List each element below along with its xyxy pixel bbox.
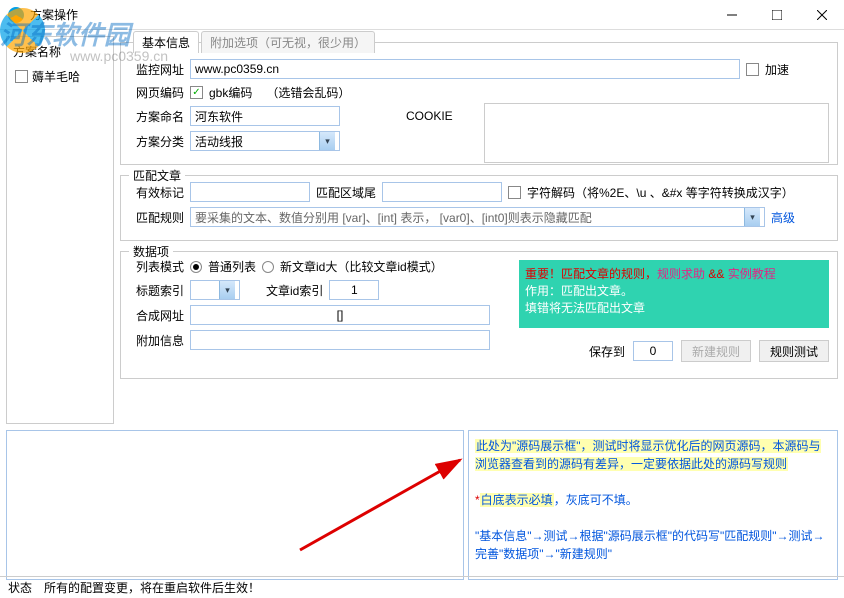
match-article-group: 匹配文章 有效标记 匹配区域尾 字符解码（将%2E、\u 、&#x 等字符转换成…: [120, 175, 838, 241]
category-select[interactable]: 活动线报 ▾: [190, 131, 340, 151]
gbk-label: gbk编码: [209, 84, 252, 101]
watermark-text: 河东软件园: [0, 15, 130, 52]
chevron-down-icon: ▾: [319, 132, 335, 150]
mark-label: 有效标记: [129, 184, 184, 201]
close-button[interactable]: [799, 0, 844, 30]
data-item-group: 数据项 列表模式 普通列表 新文章id大（比较文章id模式） 标题索引 ▾ 文章…: [120, 251, 838, 379]
extra-info-input[interactable]: [190, 330, 490, 350]
decode-label: 字符解码（将%2E、\u 、&#x 等字符转换成汉字）: [527, 184, 794, 201]
mode-new-radio[interactable]: [262, 261, 274, 273]
status-label: 状态: [8, 579, 32, 596]
decode-checkbox[interactable]: [508, 186, 521, 199]
extra-info-label: 附加信息: [129, 332, 184, 349]
watermark-url: www.pc0359.cn: [70, 48, 168, 64]
encode-hint: （选错会乱码）: [266, 84, 350, 101]
compose-input[interactable]: [190, 305, 490, 325]
compose-label: 合成网址: [129, 307, 184, 324]
source-display-box[interactable]: [6, 430, 464, 580]
status-bar: 状态 所有的配置变更，将在重启软件后生效！: [0, 576, 844, 598]
url-input[interactable]: [190, 59, 740, 79]
scheme-name-input[interactable]: [190, 106, 340, 126]
accel-checkbox[interactable]: [746, 63, 759, 76]
help-info-box: 此处为"源码展示框"，测试时将显示优化后的网页源码，本源码与浏览器查看到的源码有…: [468, 430, 838, 580]
gbk-checkbox[interactable]: ✓: [190, 86, 203, 99]
advanced-link[interactable]: 高级: [771, 209, 795, 226]
save-to-input[interactable]: [633, 341, 673, 361]
chevron-down-icon: ▾: [219, 281, 235, 299]
tail-input[interactable]: [382, 182, 502, 202]
chevron-down-icon: ▾: [744, 208, 760, 226]
mode-normal-label: 普通列表: [208, 258, 256, 275]
rule-label: 匹配规则: [129, 209, 184, 226]
minimize-button[interactable]: [709, 0, 754, 30]
data-legend: 数据项: [129, 243, 173, 260]
scheme-list-item[interactable]: 薅羊毛哈: [11, 66, 109, 87]
scheme-checkbox[interactable]: [15, 70, 28, 83]
status-text: 所有的配置变更，将在重启软件后生效！: [44, 579, 260, 596]
test-rule-button[interactable]: 规则测试: [759, 340, 829, 362]
mode-normal-radio[interactable]: [190, 261, 202, 273]
scheme-name-label: 方案命名: [129, 108, 184, 125]
cookie-label: COOKIE: [406, 109, 453, 123]
tab-extra[interactable]: 附加选项（可无视，很少用）: [201, 31, 375, 53]
tail-label: 匹配区域尾: [316, 184, 376, 201]
mark-input[interactable]: [190, 182, 310, 202]
title-idx-label: 标题索引: [129, 282, 184, 299]
rule-input[interactable]: 要采集的文本、数值分别用 [var]、[int] 表示， [var0]、[int…: [190, 207, 765, 227]
hint-box: 重要！匹配文章的规则，规则求助 && 实例教程 作用：匹配出文章。 填错将无法匹…: [519, 260, 829, 328]
cookie-textarea[interactable]: [484, 103, 829, 163]
encode-label: 网页编码: [129, 84, 184, 101]
save-to-label: 保存到: [589, 343, 625, 360]
scheme-list-panel: 方案名称 薅羊毛哈: [6, 36, 114, 424]
mode-label: 列表模式: [129, 258, 184, 275]
basic-info-group: 基本信息 附加选项（可无视，很少用） 监控网址 加速 网页编码 ✓ gbk编码 …: [120, 42, 838, 165]
category-label: 方案分类: [129, 133, 184, 150]
maximize-button[interactable]: [754, 0, 799, 30]
article-idx-input[interactable]: [329, 280, 379, 300]
mode-new-label: 新文章id大（比较文章id模式）: [280, 258, 443, 275]
match-legend: 匹配文章: [129, 167, 185, 184]
scheme-item-label: 薅羊毛哈: [32, 68, 80, 85]
title-idx-select[interactable]: ▾: [190, 280, 240, 300]
new-rule-button[interactable]: 新建规则: [681, 340, 751, 362]
accel-label: 加速: [765, 61, 789, 78]
article-idx-label: 文章id索引: [266, 282, 323, 299]
